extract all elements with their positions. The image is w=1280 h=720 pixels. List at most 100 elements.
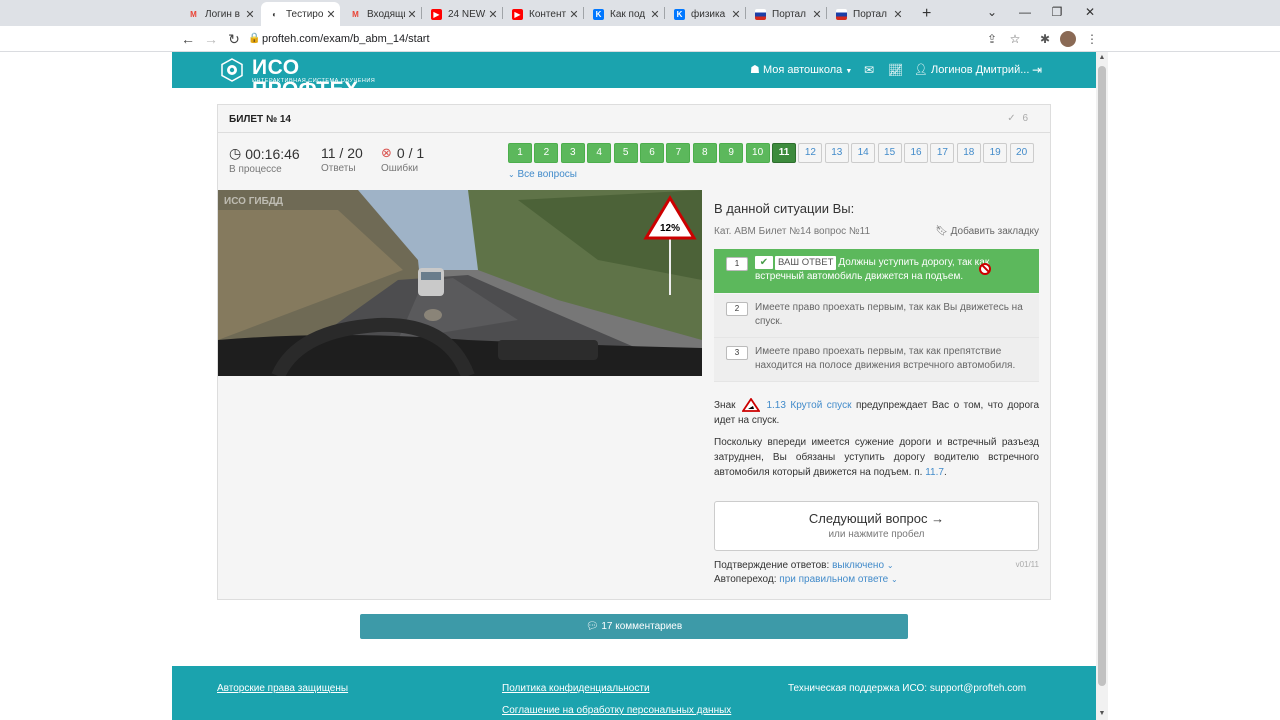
auto-dropdown[interactable]: при правильном ответе bbox=[779, 574, 888, 585]
answer-option-3[interactable]: 3 Имеете право проехать первым, так как п… bbox=[714, 338, 1039, 382]
tab-close-icon[interactable]: ✕ bbox=[891, 8, 905, 21]
privacy-link[interactable]: Политика конфиденциальности bbox=[502, 683, 650, 694]
question-number-7[interactable]: 7 bbox=[666, 143, 691, 163]
next-question-button[interactable]: Следующий вопрос → или нажмите пробел bbox=[714, 501, 1039, 551]
tab-close-icon[interactable]: ✕ bbox=[567, 8, 581, 21]
question-number-20[interactable]: 20 bbox=[1009, 143, 1034, 163]
question-number-10[interactable]: 10 bbox=[745, 143, 770, 163]
exam-panel: БИЛЕТ № 14 ✓ 6 ◷ 00:16:46 В процессе 11 /… bbox=[217, 104, 1051, 600]
tab-separator bbox=[826, 7, 827, 19]
question-number-2[interactable]: 2 bbox=[534, 143, 559, 163]
rule-link[interactable]: 11.7 bbox=[925, 467, 944, 478]
tab-close-icon[interactable]: ✕ bbox=[486, 8, 500, 21]
tab-2[interactable]: ◐ Тестиро ✕ bbox=[261, 2, 340, 26]
tab-separator bbox=[583, 7, 584, 19]
question-number-3[interactable]: 3 bbox=[560, 143, 585, 163]
question-number-16[interactable]: 16 bbox=[904, 143, 928, 163]
answer-option-2[interactable]: 2 Имеете право проехать первым, так как В… bbox=[714, 294, 1039, 338]
address-bar[interactable]: 🔒 profteh.com/exam/b_abm_14/start bbox=[248, 29, 1030, 49]
minimize-icon[interactable]: — bbox=[1010, 2, 1040, 22]
scroll-up-icon[interactable]: ▲ bbox=[1096, 52, 1108, 64]
tab-7[interactable]: Kфизика ✕ bbox=[666, 2, 745, 26]
tab-4[interactable]: ▶ 24 NEWS✕ bbox=[423, 2, 502, 26]
question-number-6[interactable]: 6 bbox=[640, 143, 664, 163]
agreement-link[interactable]: Соглашение на обработку персональных дан… bbox=[502, 705, 731, 716]
bookmark-star-icon[interactable]: ☆ bbox=[1005, 29, 1025, 49]
vk-icon: K bbox=[593, 8, 604, 20]
question-number-11[interactable]: 11 bbox=[772, 143, 796, 163]
question-number-9[interactable]: 9 bbox=[719, 143, 744, 163]
all-questions-toggle[interactable]: ⌄ Все вопросы bbox=[508, 169, 577, 180]
logout-icon[interactable]: ⇥ bbox=[1032, 52, 1042, 88]
question-number-19[interactable]: 19 bbox=[983, 143, 1008, 163]
back-icon[interactable]: ← bbox=[178, 29, 198, 49]
tab-8[interactable]: Портал ✕ bbox=[747, 2, 826, 26]
scrollbar-thumb[interactable] bbox=[1098, 66, 1106, 686]
tab-title: Тестиро bbox=[286, 8, 324, 20]
profile-avatar[interactable] bbox=[1060, 31, 1076, 47]
question-number-12[interactable]: 12 bbox=[798, 143, 823, 163]
tab-search-icon[interactable]: ⌄ bbox=[977, 2, 1007, 22]
nav-my-school[interactable]: ☗ Моя автошкола ▼ bbox=[750, 52, 852, 88]
answer-option-1[interactable]: 1 ✔ ВАШ ОТВЕТ Должны уступить дорогу, так к… bbox=[714, 249, 1039, 293]
tab-close-icon[interactable]: ✕ bbox=[729, 8, 743, 21]
comments-button[interactable]: 💬︎ 17 комментариев bbox=[360, 614, 908, 639]
question-number-8[interactable]: 8 bbox=[692, 143, 717, 163]
tab-close-icon[interactable]: ✕ bbox=[405, 8, 419, 21]
question-number-1[interactable]: 1 bbox=[508, 143, 532, 163]
answer-number: 2 bbox=[726, 302, 748, 316]
sign-link[interactable]: 1.13 Крутой спуск bbox=[766, 400, 851, 411]
answer-number: 1 bbox=[726, 257, 748, 271]
reload-icon[interactable]: ↻ bbox=[224, 29, 244, 49]
lock-icon: 🔒 bbox=[248, 33, 261, 44]
tab-close-icon[interactable]: ✕ bbox=[324, 8, 338, 21]
tab-9[interactable]: Портал ✕ bbox=[828, 2, 907, 26]
new-tab-button[interactable]: + bbox=[912, 2, 942, 26]
confirm-setting: Подтверждение ответов: выключено ⌄ bbox=[714, 560, 894, 571]
tab-close-icon[interactable]: ✕ bbox=[648, 8, 662, 21]
close-window-icon[interactable]: ✕ bbox=[1075, 2, 1105, 22]
question-number-15[interactable]: 15 bbox=[877, 143, 902, 163]
bookmark-icon: 🔖︎ bbox=[935, 226, 948, 237]
restore-icon[interactable]: ❐ bbox=[1042, 2, 1072, 22]
tab-title: 24 NEWS bbox=[448, 8, 486, 20]
copyright-link[interactable]: Авторские права защищены bbox=[217, 683, 348, 694]
tab-close-icon[interactable]: ✕ bbox=[243, 8, 257, 21]
tab-6[interactable]: K Как под ✕ bbox=[585, 2, 664, 26]
extensions-icon[interactable]: ✱ bbox=[1035, 29, 1055, 49]
tab-separator bbox=[502, 7, 503, 19]
confirm-dropdown[interactable]: выключено bbox=[832, 560, 884, 571]
scroll-down-icon[interactable]: ▼ bbox=[1096, 708, 1108, 720]
envelope-icon[interactable]: ✉ bbox=[864, 52, 874, 88]
question-meta: Кат. ABM Билет №14 вопрос №11 bbox=[714, 226, 871, 237]
question-number-13[interactable]: 13 bbox=[824, 143, 849, 163]
next-question-label: Следующий вопрос → bbox=[808, 511, 945, 526]
tab-3[interactable]: M Входящи ✕ bbox=[342, 2, 421, 26]
question-number-18[interactable]: 18 bbox=[956, 143, 981, 163]
logo-subtitle: ИНТЕРАКТИВНАЯ СИСТЕМА ОБУЧЕНИЯ bbox=[252, 78, 376, 84]
tab-title: Входящи bbox=[367, 8, 405, 20]
browser-window: MЛогин в✕◐Тестиро✕MВходящи✕▶24 NEWS✕▶Кон… bbox=[0, 0, 1280, 720]
question-number-14[interactable]: 14 bbox=[851, 143, 876, 163]
share-icon[interactable]: ⇪ bbox=[982, 29, 1002, 49]
tab-5[interactable]: ▶ Контент ✕ bbox=[504, 2, 583, 26]
comments-icon: 💬︎ bbox=[585, 621, 599, 632]
question-number-5[interactable]: 5 bbox=[613, 143, 638, 163]
menu-icon[interactable]: ⋮ bbox=[1082, 29, 1102, 49]
ticket-count-value: 6 bbox=[1022, 113, 1028, 124]
page-scrollbar[interactable]: ▲ ▼ bbox=[1096, 52, 1108, 720]
checkmark-icon: ✔ bbox=[755, 256, 773, 269]
stats-chart-icon[interactable]: 📈︎ bbox=[888, 52, 903, 88]
question-number-17[interactable]: 17 bbox=[930, 143, 955, 163]
site-logo[interactable]: ИСО ПРОФТЕХ ИНТЕРАКТИВНАЯ СИСТЕМА ОБУЧЕН… bbox=[220, 57, 400, 101]
tab-1[interactable]: M Логин в ✕ bbox=[180, 2, 259, 26]
tab-close-icon[interactable]: ✕ bbox=[810, 8, 824, 21]
question-number-4[interactable]: 4 bbox=[587, 143, 612, 163]
browser-toolbar: ← → ↻ 🔒 profteh.com/exam/b_abm_14/start … bbox=[0, 26, 1280, 52]
road-scene-illustration: 12% ИСО ГИБДД bbox=[218, 190, 702, 376]
add-bookmark-button[interactable]: 🔖︎ Добавить закладку bbox=[935, 226, 1039, 237]
nav-user[interactable]: 👤︎ Логинов Дмитрий... bbox=[914, 52, 1029, 88]
forward-icon[interactable]: → bbox=[201, 29, 221, 49]
caret-down-icon: ▼ bbox=[845, 68, 853, 75]
explanation-sign-prefix: Знак bbox=[714, 400, 736, 411]
